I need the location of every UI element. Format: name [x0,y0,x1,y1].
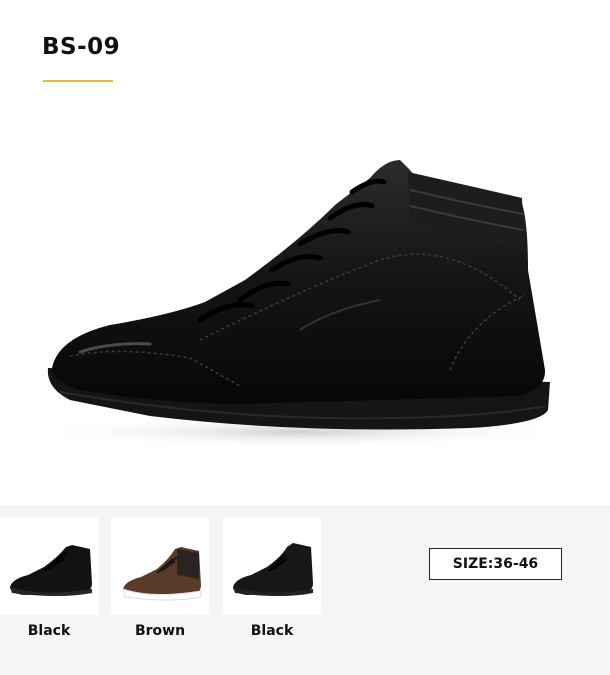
variant-strip: Black Brown Black SIZE:36-46 [0,505,610,675]
size-range-label: SIZE:36-46 [429,548,562,580]
product-title: BS-09 [42,34,121,60]
black-leather-boot-thumbnail [10,545,92,596]
variant-thumbnail-black-suede[interactable] [223,517,321,615]
black-suede-boot-thumbnail [233,543,313,596]
variant-label: Black [27,623,71,639]
brown-suede-boot-thumbnail [122,547,202,601]
variant-thumbnail-brown[interactable] [111,517,209,615]
hero-boot-image [0,120,610,500]
title-underline [43,80,113,82]
variant-label: Brown [134,623,186,639]
variant-label: Black [250,623,294,639]
variant-thumbnail-black-leather[interactable] [0,517,98,615]
